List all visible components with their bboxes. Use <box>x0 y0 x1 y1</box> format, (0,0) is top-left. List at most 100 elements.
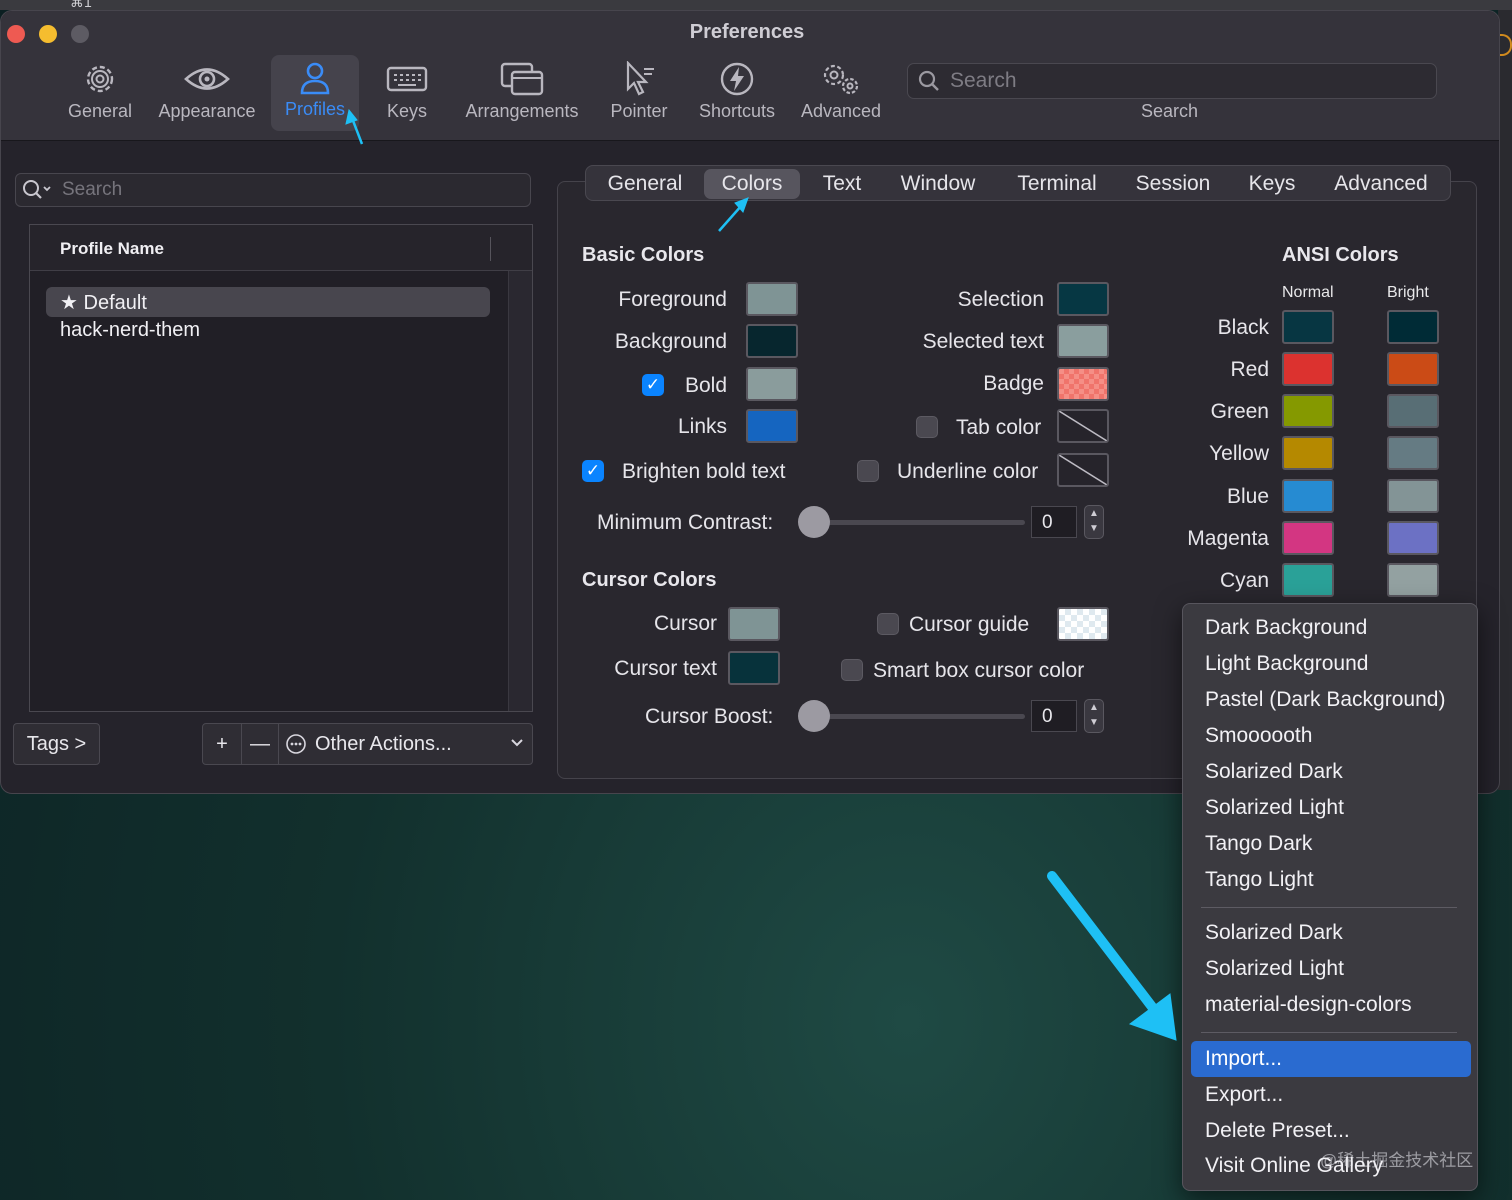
toolbar-pointer-label: Pointer <box>610 101 668 121</box>
ansi-red-normal-well[interactable] <box>1282 352 1334 386</box>
toolbar-profiles[interactable]: Profiles <box>271 55 359 131</box>
tab-window[interactable]: Window <box>885 169 991 199</box>
menu-item-solarized-light[interactable]: Solarized Light <box>1205 796 1475 830</box>
chevron-down-icon <box>510 736 524 750</box>
menu-item-tango-light[interactable]: Tango Light <box>1205 868 1475 902</box>
add-profile-button[interactable]: + <box>202 723 242 765</box>
menu-item-tango-dark[interactable]: Tango Dark <box>1205 832 1475 866</box>
ansi-yellow-bright-well[interactable] <box>1387 436 1439 470</box>
menu-separator <box>1201 907 1457 908</box>
underline-color-checkbox[interactable] <box>857 460 879 482</box>
ansi-yellow-normal-well[interactable] <box>1282 436 1334 470</box>
menu-item-import[interactable]: Import... <box>1205 1047 1475 1081</box>
cursor-label: Cursor <box>653 612 717 635</box>
profile-row-hack-nerd-them[interactable]: hack-nerd-them <box>46 316 490 346</box>
watermark: @稀土掘金技术社区 <box>1320 1151 1474 1170</box>
minimum-contrast-knob[interactable] <box>798 506 830 538</box>
smart-box-cursor-checkbox[interactable] <box>841 659 863 681</box>
toolbar-search-field[interactable]: Search <box>907 63 1437 99</box>
menu-item-export[interactable]: Export... <box>1205 1083 1475 1117</box>
cursor-boost-knob[interactable] <box>798 700 830 732</box>
cursor-color-well[interactable] <box>728 607 780 641</box>
profile-row-default[interactable]: ★ Default <box>46 287 490 317</box>
badge-color-well[interactable] <box>1057 367 1109 401</box>
star-icon: ★ <box>60 292 84 314</box>
tab-colors[interactable]: Colors <box>704 169 800 199</box>
menu-item-material-design-colors[interactable]: material-design-colors <box>1205 993 1475 1027</box>
toolbar-arrangements[interactable]: Arrangements <box>457 57 587 122</box>
tab-keys[interactable]: Keys <box>1231 169 1313 199</box>
ansi-black-normal-well[interactable] <box>1282 310 1334 344</box>
ansi-green-normal-well[interactable] <box>1282 394 1334 428</box>
toolbar: Preferences General Appearance Profiles … <box>1 11 1499 141</box>
ansi-blue-bright-well[interactable] <box>1387 479 1439 513</box>
menu-item-light-background[interactable]: Light Background <box>1205 652 1475 686</box>
remove-profile-button[interactable]: — <box>241 723 279 765</box>
profile-list-scrollbar[interactable] <box>508 271 532 711</box>
eye-icon <box>151 57 263 101</box>
gear-icon <box>59 57 141 101</box>
ansi-cyan-bright-well[interactable] <box>1387 563 1439 597</box>
brighten-bold-checkbox[interactable]: ✓ <box>582 460 604 482</box>
menu-item-custom-solarized-dark[interactable]: Solarized Dark <box>1205 921 1475 955</box>
menu-item-solarized-dark[interactable]: Solarized Dark <box>1205 760 1475 794</box>
foreground-color-well[interactable] <box>746 282 798 316</box>
selection-color-well[interactable] <box>1057 282 1109 316</box>
tab-advanced[interactable]: Advanced <box>1321 169 1441 199</box>
tab-general[interactable]: General <box>593 169 697 199</box>
tags-button[interactable]: Tags > <box>13 723 100 765</box>
underline-color-well[interactable] <box>1057 453 1109 487</box>
ansi-colors-heading: ANSI Colors <box>1282 244 1399 266</box>
bold-color-well[interactable] <box>746 367 798 401</box>
profile-search-field[interactable]: Search <box>15 173 531 207</box>
tab-color-well[interactable] <box>1057 409 1109 443</box>
cursor-guide-checkbox[interactable] <box>877 613 899 635</box>
toolbar-profiles-label: Profiles <box>284 99 346 119</box>
minimum-contrast-slider[interactable] <box>813 520 1025 525</box>
keyboard-icon <box>371 57 443 101</box>
toolbar-general[interactable]: General <box>59 57 141 122</box>
menu-item-smooooth[interactable]: Smoooooth <box>1205 724 1475 758</box>
toolbar-keys[interactable]: Keys <box>371 57 443 122</box>
ansi-magenta-normal-well[interactable] <box>1282 521 1334 555</box>
menu-item-dark-background[interactable]: Dark Background <box>1205 616 1475 650</box>
cursor-boost-stepper[interactable]: ▲ ▼ <box>1084 699 1104 733</box>
toolbar-shortcuts[interactable]: Shortcuts <box>691 57 783 122</box>
tab-session[interactable]: Session <box>1123 169 1223 199</box>
cursor-boost-field[interactable]: 0 <box>1031 700 1077 732</box>
cursor-colors-heading: Cursor Colors <box>582 569 717 591</box>
toolbar-shortcuts-label: Shortcuts <box>698 101 776 121</box>
cursor-text-color-well[interactable] <box>728 651 780 685</box>
tab-color-checkbox[interactable] <box>916 416 938 438</box>
profile-list: Profile Name ★ Default hack-nerd-them <box>29 224 533 712</box>
ansi-red-bright-well[interactable] <box>1387 352 1439 386</box>
tab-text[interactable]: Text <box>807 169 877 199</box>
bold-checkbox[interactable]: ✓ <box>642 374 664 396</box>
links-color-well[interactable] <box>746 409 798 443</box>
toolbar-arrangements-label: Arrangements <box>465 101 579 121</box>
other-actions-popup[interactable]: Other Actions... <box>278 723 533 765</box>
window-title: Preferences <box>689 21 805 43</box>
background-color-well[interactable] <box>746 324 798 358</box>
tab-terminal[interactable]: Terminal <box>999 169 1115 199</box>
ansi-black-bright-well[interactable] <box>1387 310 1439 344</box>
toolbar-advanced[interactable]: Advanced <box>793 57 889 122</box>
minimum-contrast-field[interactable]: 0 <box>1031 506 1077 538</box>
profile-name-column-header[interactable]: Profile Name <box>30 225 532 271</box>
menu-item-custom-solarized-light[interactable]: Solarized Light <box>1205 957 1475 991</box>
menu-item-pastel-dark[interactable]: Pastel (Dark Background) <box>1205 688 1475 722</box>
minimum-contrast-stepper[interactable]: ▲ ▼ <box>1084 505 1104 539</box>
other-actions-label: Other Actions... <box>315 732 452 755</box>
ansi-green-bright-well[interactable] <box>1387 394 1439 428</box>
toolbar-pointer[interactable]: Pointer <box>599 57 679 122</box>
ansi-blue-normal-well[interactable] <box>1282 479 1334 513</box>
selected-text-color-well[interactable] <box>1057 324 1109 358</box>
profile-search-placeholder: Search <box>62 179 123 200</box>
ansi-magenta-bright-well[interactable] <box>1387 521 1439 555</box>
profile-name: hack-nerd-them <box>60 319 201 341</box>
cursor-guide-color-well[interactable] <box>1057 607 1109 641</box>
toolbar-appearance[interactable]: Appearance <box>151 57 263 122</box>
cursor-boost-slider[interactable] <box>813 714 1025 719</box>
basic-colors-heading: Basic Colors <box>582 244 705 266</box>
ansi-cyan-normal-well[interactable] <box>1282 563 1334 597</box>
